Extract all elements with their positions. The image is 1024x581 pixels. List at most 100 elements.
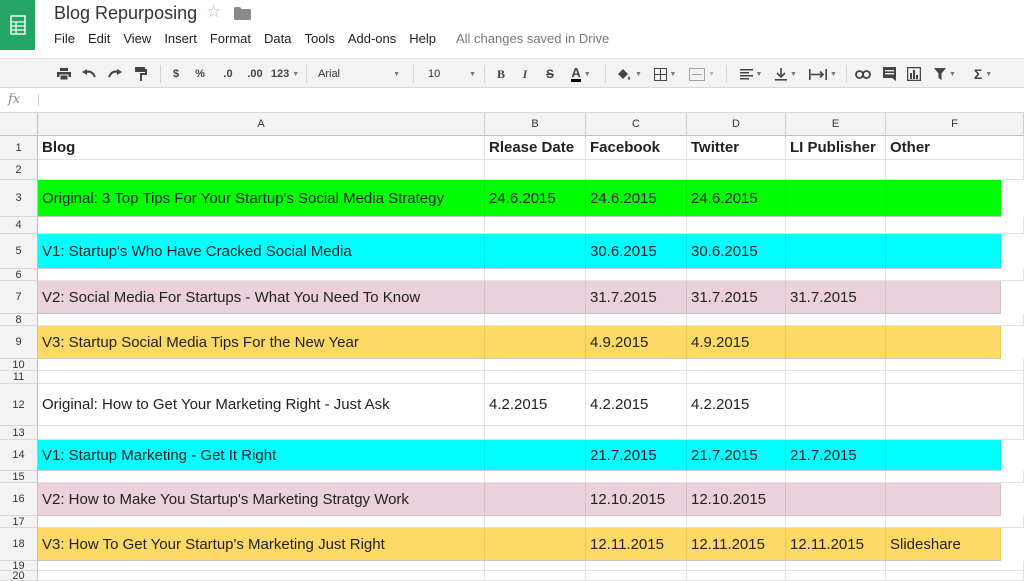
strikethrough-button[interactable]: S — [543, 65, 557, 83]
row-header-2[interactable]: 2 — [0, 160, 38, 180]
menu-help[interactable]: Help — [409, 31, 436, 47]
cell-f16[interactable] — [886, 483, 1001, 516]
cell-f9[interactable] — [886, 326, 1001, 359]
cell-a19[interactable] — [38, 561, 485, 571]
cell-b12[interactable]: 4.2.2015 — [485, 384, 586, 426]
cell-c7[interactable]: 31.7.2015 — [586, 281, 687, 314]
cell-d8[interactable] — [687, 314, 786, 326]
cell-e18[interactable]: 12.11.2015 — [786, 528, 886, 561]
font-family-dropdown[interactable]: Arial ▼ — [318, 65, 400, 83]
column-header-d[interactable]: D — [687, 113, 786, 136]
merge-cells-dropdown[interactable]: ▼ — [686, 65, 718, 83]
cell-d20[interactable] — [687, 571, 786, 581]
row-header-9[interactable]: 9 — [0, 326, 38, 359]
cell-e11[interactable] — [786, 371, 886, 384]
functions-dropdown[interactable]: Σ ▼ — [968, 65, 998, 83]
cell-e2[interactable] — [786, 160, 886, 180]
cell-d13[interactable] — [687, 426, 786, 440]
cell-c17[interactable] — [586, 516, 687, 528]
cell-b3[interactable]: 24.6.2015 — [485, 180, 586, 217]
italic-button[interactable]: I — [518, 65, 532, 83]
cell-b9[interactable] — [485, 326, 586, 359]
cell-d14[interactable]: 21.7.2015 — [687, 440, 786, 471]
cell-f1[interactable]: Other — [886, 136, 1024, 160]
row-header-11[interactable]: 11 — [0, 371, 38, 384]
cell-d2[interactable] — [687, 160, 786, 180]
cell-a1[interactable]: Blog — [38, 136, 485, 160]
cell-c2[interactable] — [586, 160, 687, 180]
insert-comment-icon[interactable] — [880, 65, 898, 83]
cell-d15[interactable] — [687, 471, 786, 483]
cell-c12[interactable]: 4.2.2015 — [586, 384, 687, 426]
undo-icon[interactable] — [80, 65, 98, 83]
cell-a10[interactable] — [38, 359, 485, 371]
row-header-12[interactable]: 12 — [0, 384, 38, 426]
cell-c9[interactable]: 4.9.2015 — [586, 326, 687, 359]
row-header-20[interactable]: 20 — [0, 570, 38, 581]
cell-d3[interactable]: 24.6.2015 — [687, 180, 786, 217]
cell-c1[interactable]: Facebook — [586, 136, 687, 160]
cell-e4[interactable] — [786, 217, 886, 234]
cell-c19[interactable] — [586, 561, 687, 571]
cell-d11[interactable] — [687, 371, 786, 384]
currency-format-button[interactable]: $ — [169, 65, 183, 83]
cell-b5[interactable] — [485, 234, 586, 269]
cell-b7[interactable] — [485, 281, 586, 314]
menu-edit[interactable]: Edit — [88, 31, 110, 47]
text-color-dropdown[interactable]: A ▼ — [566, 65, 596, 83]
cell-a5[interactable]: V1: Startup's Who Have Cracked Social Me… — [38, 234, 485, 269]
cell-f4[interactable] — [886, 217, 1024, 234]
vertical-align-dropdown[interactable]: ▼ — [771, 65, 801, 83]
cell-b14[interactable] — [485, 440, 586, 471]
menu-format[interactable]: Format — [210, 31, 251, 47]
cell-a15[interactable] — [38, 471, 485, 483]
column-header-e[interactable]: E — [786, 113, 886, 136]
cell-e9[interactable] — [786, 326, 886, 359]
cell-e17[interactable] — [786, 516, 886, 528]
row-header-3[interactable]: 3 — [0, 180, 38, 217]
row-header-16[interactable]: 16 — [0, 483, 38, 516]
row-header-18[interactable]: 18 — [0, 528, 38, 561]
cell-c20[interactable] — [586, 571, 687, 581]
cell-e19[interactable] — [786, 561, 886, 571]
cell-e13[interactable] — [786, 426, 886, 440]
percent-format-button[interactable]: % — [193, 65, 207, 83]
cell-e5[interactable] — [786, 234, 886, 269]
cell-e7[interactable]: 31.7.2015 — [786, 281, 886, 314]
cell-c4[interactable] — [586, 217, 687, 234]
cell-b1[interactable]: Rlease Date — [485, 136, 586, 160]
cell-b16[interactable] — [485, 483, 586, 516]
row-header-10[interactable]: 10 — [0, 359, 38, 371]
cell-b6[interactable] — [485, 269, 586, 281]
cell-f10[interactable] — [886, 359, 1024, 371]
cell-e3[interactable] — [786, 180, 886, 217]
cell-c14[interactable]: 21.7.2015 — [586, 440, 687, 471]
column-header-a[interactable]: A — [38, 113, 485, 136]
row-header-15[interactable]: 15 — [0, 471, 38, 483]
cell-a6[interactable] — [38, 269, 485, 281]
decrease-decimals-button[interactable]: .0 — [217, 65, 239, 83]
cell-c10[interactable] — [586, 359, 687, 371]
cell-b8[interactable] — [485, 314, 586, 326]
select-all-corner[interactable] — [0, 113, 38, 136]
document-title[interactable]: Blog Repurposing — [54, 3, 197, 24]
cell-d4[interactable] — [687, 217, 786, 234]
cell-d1[interactable]: Twitter — [687, 136, 786, 160]
cell-b4[interactable] — [485, 217, 586, 234]
cell-a16[interactable]: V2: How to Make You Startup's Marketing … — [38, 483, 485, 516]
cell-e8[interactable] — [786, 314, 886, 326]
sheets-logo-icon[interactable] — [0, 0, 35, 50]
cell-f7[interactable] — [886, 281, 1001, 314]
more-formats-dropdown[interactable]: 123 ▼ — [270, 65, 300, 83]
menu-insert[interactable]: Insert — [164, 31, 197, 47]
cell-c15[interactable] — [586, 471, 687, 483]
cell-e20[interactable] — [786, 571, 886, 581]
cell-e14[interactable]: 21.7.2015 — [786, 440, 886, 471]
row-header-17[interactable]: 17 — [0, 516, 38, 528]
cell-a9[interactable]: V3: Startup Social Media Tips For the Ne… — [38, 326, 485, 359]
cell-f19[interactable] — [886, 561, 1024, 571]
cell-d17[interactable] — [687, 516, 786, 528]
cell-a18[interactable]: V3: How To Get Your Startup's Marketing … — [38, 528, 485, 561]
cell-d10[interactable] — [687, 359, 786, 371]
cell-d7[interactable]: 31.7.2015 — [687, 281, 786, 314]
